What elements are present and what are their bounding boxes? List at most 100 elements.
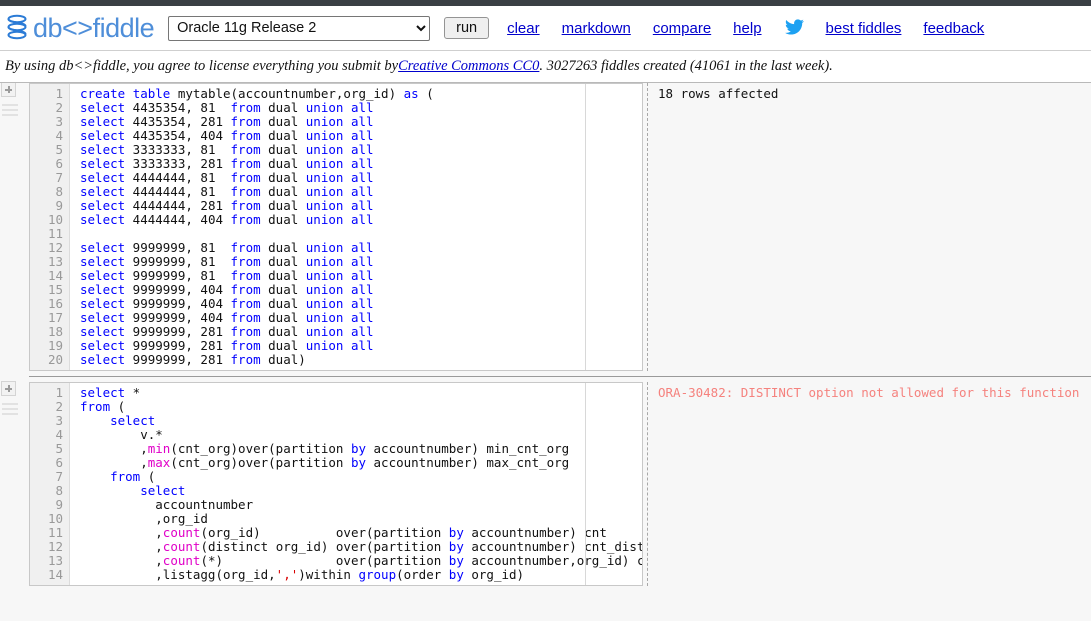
code-text: ,count(*) over(partition by accountnumbe… <box>80 553 642 568</box>
code-line: 9 accountnumber <box>30 498 642 512</box>
line-number: 1 <box>55 86 63 101</box>
code-line: 1 select * <box>30 386 642 400</box>
code-line: 1 create table mytable(accountnumber,org_… <box>30 87 642 101</box>
twitter-bird-icon[interactable] <box>784 19 804 37</box>
code-text: select 4444444, 404 from dual union all <box>80 212 374 227</box>
code-line: 16 select 9999999, 404 from dual union al… <box>30 297 642 311</box>
code-text: select 9999999, 404 from dual union all <box>80 296 374 311</box>
code-line: 5 ,min(cnt_org)over(partition by account… <box>30 442 642 456</box>
code-line: 4 v.* <box>30 428 642 442</box>
app-logo-text: db<>fiddle <box>33 12 155 43</box>
code-line: 11 <box>30 227 642 241</box>
fiddle-workspace: 1 create table mytable(accountnumber,org_… <box>0 83 1091 621</box>
code-text: create table mytable(accountnumber,org_i… <box>80 86 434 101</box>
add-panel-button[interactable] <box>1 83 16 97</box>
code-text: select 9999999, 404 from dual union all <box>80 310 374 325</box>
code-line: 20 select 9999999, 281 from dual) <box>30 353 642 367</box>
schema-panel-rail <box>0 83 29 371</box>
line-number: 3 <box>55 114 63 129</box>
code-line: 14 select 9999999, 81 from dual union all <box>30 269 642 283</box>
line-number: 14 <box>47 567 63 582</box>
schema-result-output: 18 rows affected <box>652 83 1091 371</box>
best-fiddles-link[interactable]: best fiddles <box>826 20 902 37</box>
code-line: 7 from ( <box>30 470 642 484</box>
database-select[interactable]: Oracle 11g Release 2 <box>168 15 431 41</box>
compare-link[interactable]: compare <box>653 20 711 37</box>
drag-handle-icon[interactable] <box>2 104 18 116</box>
code-line: 6 ,max(cnt_org)over(partition by account… <box>30 456 642 470</box>
schema-sql-editor[interactable]: 1 create table mytable(accountnumber,org_… <box>29 83 643 371</box>
code-line: 17 select 9999999, 404 from dual union al… <box>30 311 642 325</box>
query-panel-row: 1 select * 2 from (3 select 4 v.* 5 ,min(cnt_… <box>0 382 1091 586</box>
line-number: 11 <box>47 226 63 241</box>
creative-commons-link[interactable]: Creative Commons CC0 <box>398 58 539 75</box>
line-number: 6 <box>55 156 63 171</box>
code-line: 15 select 9999999, 404 from dual union al… <box>30 283 642 297</box>
run-button[interactable]: run <box>444 17 490 39</box>
license-notice: By using db<>fiddle, you agree to licens… <box>0 51 1091 83</box>
line-number: 2 <box>55 399 63 414</box>
code-line: 8 select 4444444, 81 from dual union all <box>30 185 642 199</box>
app-logo[interactable]: db<>fiddle <box>6 12 155 43</box>
line-number: 14 <box>47 268 63 283</box>
database-stack-icon <box>7 14 27 40</box>
line-number: 20 <box>47 352 63 367</box>
code-text: select * <box>80 385 141 400</box>
line-number: 17 <box>47 310 63 325</box>
code-line: 3 select <box>30 414 642 428</box>
code-line: 7 select 4444444, 81 from dual union all <box>30 171 642 185</box>
line-number: 3 <box>55 413 63 428</box>
code-line: 10 select 4444444, 404 from dual union al… <box>30 213 642 227</box>
line-number: 9 <box>55 497 63 512</box>
line-number: 4 <box>55 128 63 143</box>
code-text: ,min(cnt_org)over(partition by accountnu… <box>80 441 570 456</box>
schema-panel-row: 1 create table mytable(accountnumber,org_… <box>0 83 1091 371</box>
code-text: ,count(distinct org_id) over(partition b… <box>80 539 642 554</box>
code-text: select 9999999, 404 from dual union all <box>80 282 374 297</box>
license-notice-prefix: By using db<>fiddle, you agree to licens… <box>5 58 399 74</box>
line-number: 10 <box>47 212 63 227</box>
code-line: 2 from ( <box>30 400 642 414</box>
code-text: select 9999999, 81 from dual union all <box>80 254 374 269</box>
code-text: from ( <box>80 399 126 414</box>
code-line: 12 ,count(distinct org_id) over(partitio… <box>30 540 642 554</box>
clear-link[interactable]: clear <box>507 20 540 37</box>
markdown-link[interactable]: markdown <box>562 20 631 37</box>
code-text: select 4444444, 81 from dual union all <box>80 184 374 199</box>
code-line: 18 select 9999999, 281 from dual union al… <box>30 325 642 339</box>
license-notice-suffix: . 3027263 fiddles created (41061 in the … <box>539 58 833 74</box>
query-sql-editor[interactable]: 1 select * 2 from (3 select 4 v.* 5 ,min(cnt_… <box>29 382 643 586</box>
app-header: db<>fiddle Oracle 11g Release 2 run clea… <box>0 6 1091 51</box>
query-panel: 1 select * 2 from (3 select 4 v.* 5 ,min(cnt_… <box>0 381 1091 586</box>
line-number: 2 <box>55 100 63 115</box>
drag-handle-icon-2[interactable] <box>2 403 18 415</box>
code-text: select 4435354, 81 from dual union all <box>80 100 374 115</box>
line-number: 13 <box>47 553 63 568</box>
code-text: select <box>110 413 156 428</box>
help-link[interactable]: help <box>733 20 761 37</box>
feedback-link[interactable]: feedback <box>923 20 984 37</box>
line-number: 13 <box>47 254 63 269</box>
line-number: 16 <box>47 296 63 311</box>
schema-panel-divider[interactable] <box>643 83 652 371</box>
line-number: 5 <box>55 441 63 456</box>
code-line: 19 select 9999999, 281 from dual union al… <box>30 339 642 353</box>
line-number: 15 <box>47 282 63 297</box>
code-line: 8 select <box>30 484 642 498</box>
add-panel-button-2[interactable] <box>1 381 16 396</box>
line-number: 8 <box>55 483 63 498</box>
code-line: 5 select 3333333, 81 from dual union all <box>30 143 642 157</box>
line-number: 12 <box>47 240 63 255</box>
code-text: ,max(cnt_org)over(partition by accountnu… <box>80 455 570 470</box>
code-line: 10 ,org_id <box>30 512 642 526</box>
schema-editor-code[interactable]: 1 create table mytable(accountnumber,org_… <box>30 84 642 370</box>
query-editor-code[interactable]: 1 select * 2 from (3 select 4 v.* 5 ,min(cnt_… <box>30 383 642 585</box>
code-text: from ( <box>110 469 156 484</box>
query-panel-divider[interactable] <box>643 382 652 586</box>
code-text: ,listagg(org_id,',')within group(order b… <box>80 567 525 582</box>
line-number: 1 <box>55 385 63 400</box>
line-number: 18 <box>47 324 63 339</box>
code-text: v.* <box>80 427 163 442</box>
panel-separator <box>0 371 1091 382</box>
line-number: 12 <box>47 539 63 554</box>
